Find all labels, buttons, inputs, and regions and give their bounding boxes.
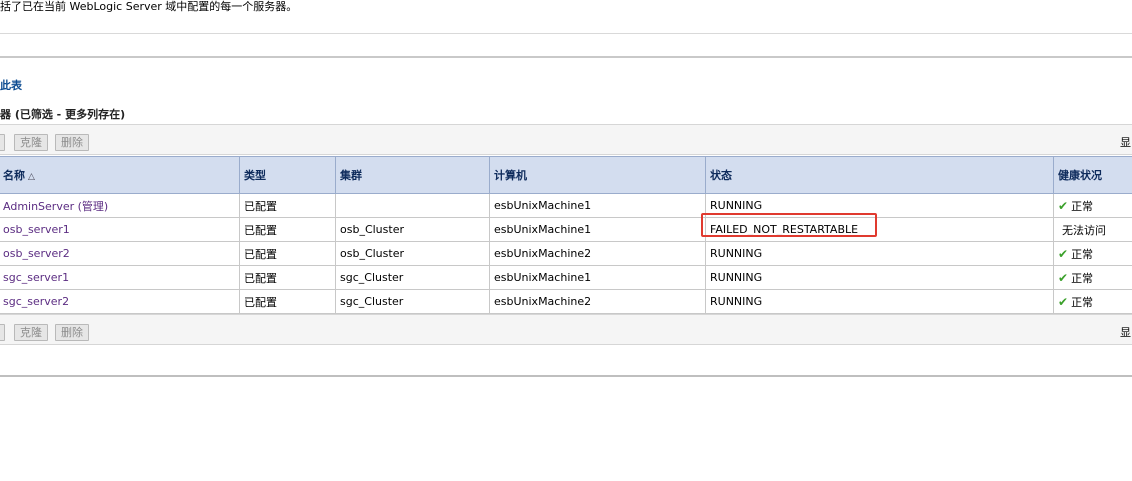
- server-machine-link[interactable]: esbUnixMachine2: [489, 289, 706, 314]
- customize-table-link[interactable]: 此表: [0, 77, 22, 93]
- divider: [0, 56, 1132, 58]
- server-type-cell: 已配置: [239, 265, 336, 290]
- server-state-cell: RUNNING: [705, 289, 1054, 314]
- server-name-link[interactable]: sgc_server2: [0, 289, 240, 314]
- server-name-link[interactable]: osb_server2: [0, 241, 240, 266]
- divider: [0, 33, 1132, 34]
- table-row: osb_server2 已配置 osb_Cluster esbUnixMachine2…: [0, 241, 1132, 266]
- check-icon: ✔: [1058, 294, 1069, 309]
- check-icon: ✔: [1058, 270, 1069, 285]
- table-header-row: 名称 △ 类型 集群 计算机 状态 健康状况: [0, 156, 1132, 194]
- new-button[interactable]: [0, 134, 5, 151]
- table-toolbar-bottom: 克隆 删除 显: [0, 314, 1132, 345]
- failed-state-highlight: [701, 213, 877, 237]
- server-cluster-link[interactable]: osb_Cluster: [335, 241, 490, 266]
- server-type-cell: 已配置: [239, 241, 336, 266]
- new-button[interactable]: [0, 324, 5, 341]
- column-header-cluster[interactable]: 集群: [335, 156, 490, 194]
- server-type-cell: 已配置: [239, 193, 336, 218]
- server-state-cell: RUNNING: [705, 241, 1054, 266]
- column-header-type[interactable]: 类型: [239, 156, 336, 194]
- show-rows-label[interactable]: 显: [1120, 324, 1131, 340]
- server-health-label: 正常: [1071, 199, 1094, 213]
- server-type-cell: 已配置: [239, 217, 336, 242]
- servers-table: 名称 △ 类型 集群 计算机 状态 健康状况 AdminServer (管理) 已配…: [0, 156, 1132, 314]
- check-icon: ✔: [1058, 246, 1069, 261]
- divider: [0, 375, 1132, 377]
- server-health-cell: 无法访问: [1053, 217, 1132, 242]
- delete-button[interactable]: 删除: [55, 134, 89, 151]
- column-header-state[interactable]: 状态: [705, 156, 1054, 194]
- column-header-machine[interactable]: 计算机: [489, 156, 706, 194]
- server-name-link[interactable]: sgc_server1: [0, 265, 240, 290]
- server-type-cell: 已配置: [239, 289, 336, 314]
- server-cluster-link[interactable]: [335, 193, 490, 218]
- server-health-label: 无法访问: [1062, 223, 1106, 237]
- server-cluster-link[interactable]: sgc_Cluster: [335, 289, 490, 314]
- server-health-cell: ✔ 正常: [1053, 265, 1132, 290]
- server-machine-link[interactable]: esbUnixMachine1: [489, 217, 706, 242]
- server-state-cell: RUNNING: [705, 265, 1054, 290]
- table-row: sgc_server2 已配置 sgc_Cluster esbUnixMachine2…: [0, 289, 1132, 314]
- server-name-link[interactable]: osb_server1: [0, 217, 240, 242]
- table-row: sgc_server1 已配置 sgc_Cluster esbUnixMachine1…: [0, 265, 1132, 290]
- page-description: 括了已在当前 WebLogic Server 域中配置的每一个服务器。: [0, 0, 298, 13]
- server-machine-link[interactable]: esbUnixMachine2: [489, 241, 706, 266]
- table-title: 器 (已筛选 - 更多列存在): [0, 108, 126, 121]
- column-header-health[interactable]: 健康状况: [1053, 156, 1132, 194]
- server-health-label: 正常: [1071, 271, 1094, 285]
- check-icon: ✔: [1058, 198, 1069, 213]
- server-health-cell: ✔ 正常: [1053, 241, 1132, 266]
- show-rows-label[interactable]: 显: [1120, 134, 1131, 150]
- server-health-label: 正常: [1071, 295, 1094, 309]
- server-machine-link[interactable]: esbUnixMachine1: [489, 265, 706, 290]
- table-row: osb_server1 已配置 osb_Cluster esbUnixMachine1…: [0, 217, 1132, 242]
- server-health-cell: ✔ 正常: [1053, 289, 1132, 314]
- clone-button[interactable]: 克隆: [14, 134, 48, 151]
- table-row: AdminServer (管理) 已配置 esbUnixMachine1 RUNNIN…: [0, 193, 1132, 218]
- column-header-name-label: 名称: [3, 169, 25, 182]
- column-header-name[interactable]: 名称 △: [0, 156, 240, 194]
- server-cluster-link[interactable]: osb_Cluster: [335, 217, 490, 242]
- delete-button[interactable]: 删除: [55, 324, 89, 341]
- clone-button[interactable]: 克隆: [14, 324, 48, 341]
- server-name-link[interactable]: AdminServer (管理): [0, 193, 240, 218]
- server-health-label: 正常: [1071, 247, 1094, 261]
- sort-ascending-icon[interactable]: △: [28, 172, 35, 182]
- server-health-cell: ✔ 正常: [1053, 193, 1132, 218]
- server-cluster-link[interactable]: sgc_Cluster: [335, 265, 490, 290]
- server-machine-link[interactable]: esbUnixMachine1: [489, 193, 706, 218]
- table-toolbar-top: 克隆 删除 显: [0, 124, 1132, 155]
